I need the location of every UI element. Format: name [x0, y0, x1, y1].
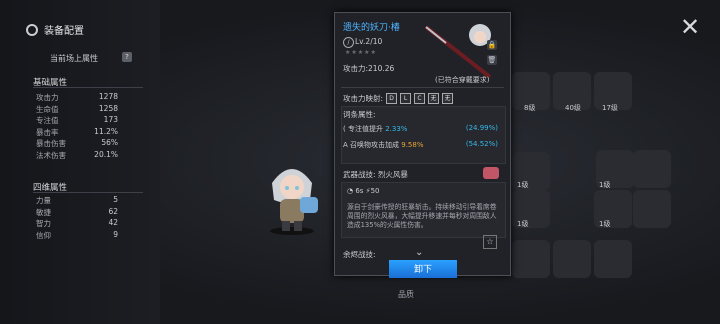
resonance-tag: D	[386, 93, 398, 104]
stat-value: 5	[113, 195, 118, 204]
stat-row: 智力 42	[36, 218, 118, 229]
stat-name: 智力	[36, 219, 51, 228]
stat-name: 力量	[36, 196, 51, 205]
stat-row: 信仰 9	[36, 230, 118, 241]
affix-total: (24.99%)	[465, 124, 498, 132]
info-icon[interactable]: ?	[122, 52, 132, 62]
lock-icon[interactable]: 🔒	[487, 40, 497, 50]
skill-cost: ◔ 6s ⚡50	[347, 187, 380, 195]
slot-level: 1级	[599, 220, 611, 228]
affix-row: A 召唤物攻击加成 9.58% (54.52%)	[343, 140, 498, 150]
stat-value: 173	[103, 115, 118, 124]
slot-level: 1级	[517, 181, 529, 189]
stat-value: 9	[113, 229, 118, 239]
resonance-row: 攻击力映射: D L C 无 无	[343, 93, 454, 104]
gear-icon	[26, 23, 38, 36]
stat-row: 暴击率 11.2%	[36, 127, 118, 138]
affix-row: ( 专注值提升 2.33% (24.99%)	[343, 124, 498, 134]
katana-image	[424, 24, 492, 79]
stat-name: 敏捷	[36, 207, 51, 217]
item-level: Lv.2/10	[355, 37, 383, 46]
close-icon[interactable]: ✕	[680, 15, 700, 39]
stat-value: 1278	[98, 92, 118, 101]
affix-total: (54.52%)	[465, 140, 498, 148]
stat-row: 专注值 173	[36, 115, 118, 126]
stat-name: 信仰	[36, 230, 51, 240]
skill-description: 源自于剑豪传授的狂暴斩击。持续移动引导着席卷周围的烈火风暴，大幅提升移速并每秒对…	[347, 203, 497, 229]
quality-filter[interactable]: 品质	[398, 289, 414, 300]
affix-name: ( 专注值提升 2.33%	[343, 125, 408, 133]
stat-value: 42	[108, 218, 118, 227]
divider	[341, 87, 504, 88]
resonance-tag: 无	[428, 93, 440, 104]
item-detail-popup: 遗失的妖刀·椿 / Lv.2/10 ★★★★★ 攻击力:210.26 🔒 🗑 (…	[334, 12, 511, 276]
stat-name: 专注值	[36, 116, 59, 125]
weapon-skill: 武器战技: 烈火风暴	[343, 170, 408, 179]
inventory-slot[interactable]	[633, 190, 671, 228]
spare-skill-label: 余烬战技:	[343, 250, 376, 259]
resonance-label: 攻击力映射:	[343, 94, 384, 103]
divider	[33, 192, 143, 193]
inventory-slot[interactable]	[594, 240, 632, 278]
item-attack: 攻击力:210.26	[343, 64, 395, 73]
slot-level: 40级	[565, 104, 581, 112]
divider	[33, 87, 143, 88]
stat-name: 暴击率	[36, 127, 59, 137]
affix-name: A 召唤物攻击加成 9.58%	[343, 141, 424, 149]
stat-value: 11.2%	[94, 126, 118, 136]
stat-row: 敏捷 62	[36, 207, 118, 218]
stat-row: 暴击伤害 56%	[36, 138, 118, 149]
slot-level: 17级	[602, 104, 618, 112]
stat-name: 暴击伤害	[36, 139, 66, 148]
star-icon[interactable]: ☆	[483, 235, 497, 249]
stat-name: 法术伤害	[36, 150, 66, 160]
chevron-down-icon[interactable]: ⌄	[415, 247, 423, 258]
slot-level: 1级	[599, 181, 611, 189]
resonance-tag: C	[414, 93, 426, 104]
stat-name: 攻击力	[36, 93, 59, 102]
stat-row: 力量 5	[36, 195, 118, 206]
stat-value: 1258	[98, 103, 118, 113]
resonance-tag: L	[400, 93, 412, 104]
item-stars: ★★★★★	[345, 49, 377, 56]
affix-title: 词条属性:	[343, 110, 376, 119]
skill-icon	[483, 167, 499, 179]
panel-title: 装备配置	[26, 22, 84, 37]
stat-name: 生命值	[36, 104, 59, 114]
slot-level: 1级	[517, 220, 529, 228]
stats-panel: 装备配置 当前场上属性 ? 基础属性 攻击力 1278 生命值 1258 专注值 173 暴…	[0, 0, 160, 324]
item-name: 遗失的妖刀·椿	[343, 23, 400, 33]
trash-icon[interactable]: 🗑	[487, 55, 497, 65]
stat-value: 20.1%	[94, 149, 118, 159]
sword-icon: /	[343, 37, 354, 48]
wear-requirement: (已符合穿戴要求)	[435, 76, 490, 84]
stat-value: 62	[108, 206, 118, 216]
stat-row: 攻击力 1278	[36, 92, 118, 103]
inventory-slot[interactable]	[633, 150, 671, 188]
inventory-slot[interactable]	[553, 240, 591, 278]
character-avatar	[270, 169, 318, 235]
stat-row: 法术伤害 20.1%	[36, 150, 118, 161]
inventory-slot[interactable]	[512, 240, 550, 278]
current-attributes-label: 当前场上属性	[50, 54, 98, 63]
stat-row: 生命值 1258	[36, 104, 118, 115]
resonance-tag: 无	[442, 93, 454, 104]
slot-level: 8级	[524, 104, 536, 112]
stat-value: 56%	[101, 138, 118, 147]
unequip-button[interactable]: 卸下	[389, 260, 457, 278]
